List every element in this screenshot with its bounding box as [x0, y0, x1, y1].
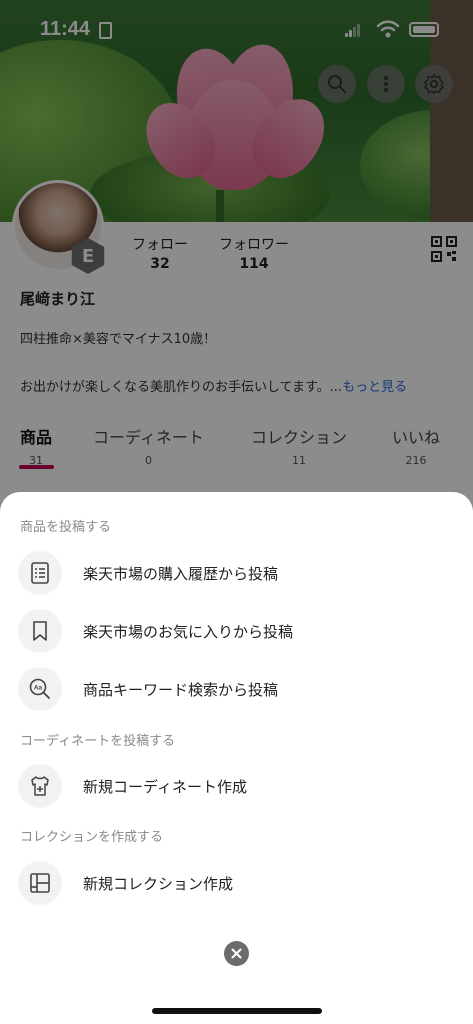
new-collection-item[interactable]: 新規コレクション作成 [18, 860, 458, 906]
section-title-products: 商品を投稿する [20, 520, 112, 535]
item-label: 楽天市場の購入履歴から投稿 [83, 564, 279, 583]
close-sheet-button[interactable] [224, 941, 249, 966]
shirt-add-icon [18, 764, 62, 808]
post-from-keyword-search-item[interactable]: Aa 商品キーワード検索から投稿 [18, 666, 458, 712]
close-icon [231, 948, 242, 959]
keyword-search-icon: Aa [18, 667, 62, 711]
section-title-collection: コレクションを作成する [20, 830, 164, 845]
item-label: 商品キーワード検索から投稿 [83, 680, 279, 699]
bookmark-icon [18, 609, 62, 653]
item-label: 新規コーディネート作成 [83, 777, 247, 796]
item-label: 新規コレクション作成 [83, 874, 234, 893]
section-title-coordinate: コーディネートを投稿する [20, 734, 176, 749]
receipt-list-icon [18, 551, 62, 595]
post-from-favorites-item[interactable]: 楽天市場のお気に入りから投稿 [18, 608, 458, 654]
post-from-purchase-history-item[interactable]: 楽天市場の購入履歴から投稿 [18, 550, 458, 596]
home-indicator [152, 1008, 322, 1014]
new-coordinate-item[interactable]: 新規コーディネート作成 [18, 763, 458, 809]
svg-text:Aa: Aa [34, 685, 43, 692]
item-label: 楽天市場のお気に入りから投稿 [83, 622, 294, 641]
collection-grid-icon [18, 861, 62, 905]
